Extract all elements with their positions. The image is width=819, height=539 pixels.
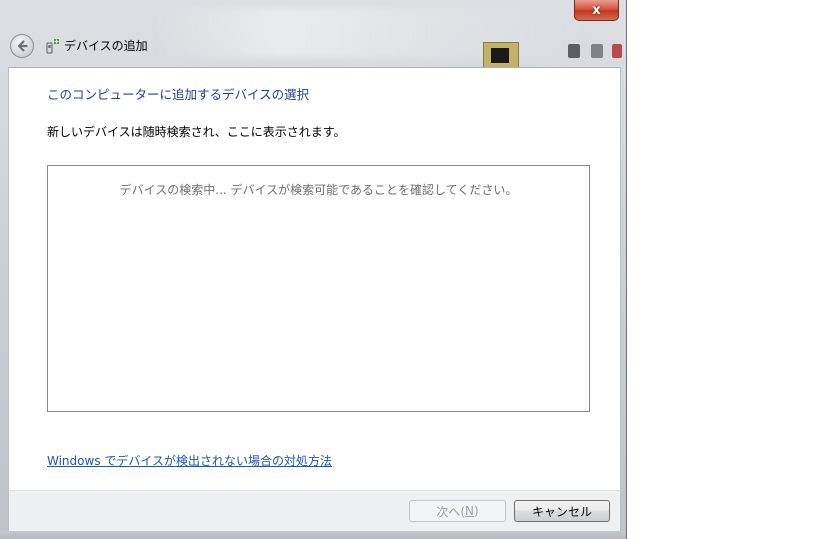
background-thumbnail <box>483 42 519 70</box>
cancel-button-label: キャンセル <box>531 504 592 519</box>
back-button[interactable] <box>10 34 34 58</box>
help-link[interactable]: Windows でデバイスが検出されない場合の対処方法 <box>47 453 332 469</box>
wizard-footer: 次へ(N) キャンセル <box>8 490 621 531</box>
next-button-suffix: ) <box>473 504 479 518</box>
glass-background <box>150 8 590 58</box>
next-button-label: 次へ( <box>436 504 465 519</box>
background-blur-item <box>591 44 603 58</box>
next-button[interactable]: 次へ(N) <box>409 500 506 522</box>
close-button[interactable]: x <box>574 0 619 21</box>
description-text: 新しいデバイスは随時検索され、ここに表示されます。 <box>47 125 346 139</box>
next-button-mnemonic: N <box>465 504 474 518</box>
close-icon: x <box>592 2 601 18</box>
wizard-content: このコンピューターに追加するデバイスの選択 新しいデバイスは随時検索され、ここに… <box>8 67 621 490</box>
background-blur-item <box>568 44 580 58</box>
back-arrow-icon <box>17 40 28 52</box>
cancel-button[interactable]: キャンセル <box>514 500 610 522</box>
add-device-window: x デバイスの追加 このコンピューターに追加するデバイスの選択 新しいデバイスは… <box>0 0 627 539</box>
background-blur-item <box>612 44 622 58</box>
searching-status-text: デバイスの検索中... デバイスが検索可能であることを確認してください。 <box>119 183 518 197</box>
window-title: デバイスの追加 <box>64 39 148 53</box>
main-instruction: このコンピューターに追加するデバイスの選択 <box>47 87 310 102</box>
window-bottom-frame <box>0 531 626 539</box>
device-add-icon <box>46 39 59 54</box>
device-list[interactable]: デバイスの検索中... デバイスが検索可能であることを確認してください。 <box>47 165 590 412</box>
